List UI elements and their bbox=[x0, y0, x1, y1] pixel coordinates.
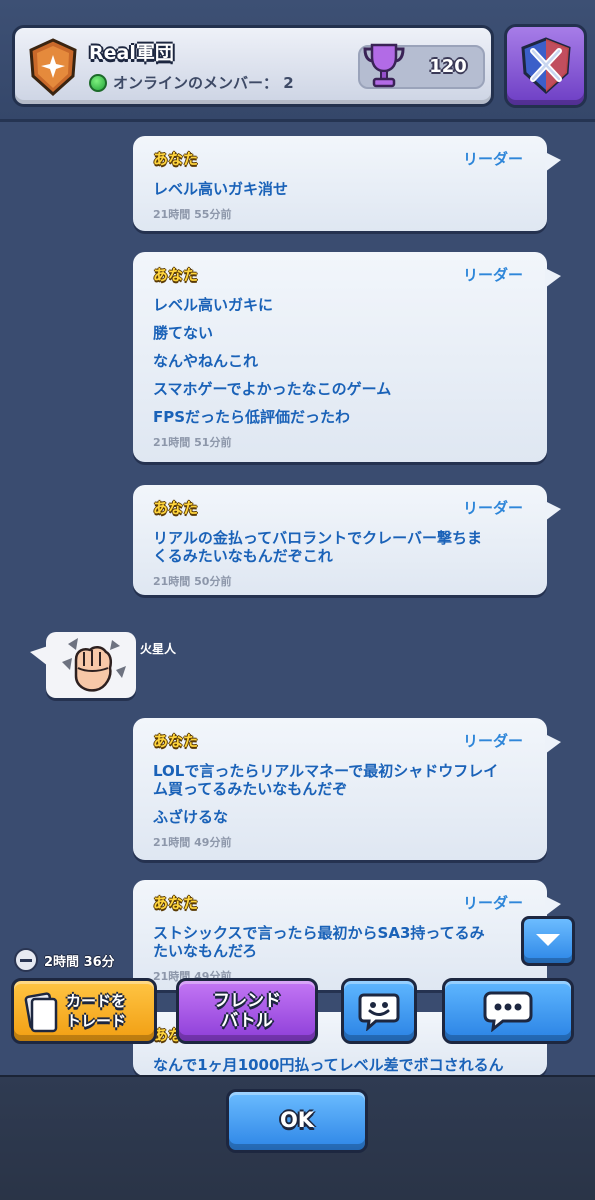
sender-name: あなた bbox=[153, 499, 199, 517]
chat-message[interactable]: あなた リーダー レベル高いガキ消せ 21時間 55分前 bbox=[133, 136, 561, 231]
trade-cards-button[interactable]: カードを トレード bbox=[11, 978, 157, 1044]
chat-bubble-icon bbox=[483, 991, 533, 1032]
ok-label: OK bbox=[279, 1108, 315, 1132]
message-text: ふざけるな bbox=[153, 808, 229, 826]
sender-role: リーダー bbox=[462, 894, 523, 912]
timer-text: 2時間 36分 bbox=[44, 954, 115, 970]
chat-message[interactable]: あなた リーダー リアルの金払ってバロラントでクレーバー撃ちま くるみたいなもん… bbox=[133, 485, 561, 595]
chat-message[interactable]: あなた リーダー LOLで言ったらリアルマネーで最初シャドウフレイ ム買ってるみ… bbox=[133, 718, 561, 860]
emote-button[interactable] bbox=[341, 978, 417, 1044]
sender-name: あなた bbox=[153, 266, 199, 284]
message-text: くるみたいなもんだぞこれ bbox=[153, 547, 333, 565]
sender-role: リーダー bbox=[462, 150, 523, 168]
trade-label-line2: トレード bbox=[65, 1012, 126, 1030]
emote-face-icon bbox=[358, 993, 400, 1031]
clan-trophies: 120 bbox=[358, 43, 485, 89]
clan-wars-button[interactable] bbox=[504, 24, 587, 108]
chat-message[interactable]: あなた リーダー ストシックスで言ったら最初からSA3持ってるみ たいなもんだろ… bbox=[133, 880, 561, 990]
ok-button[interactable]: OK bbox=[226, 1089, 368, 1153]
message-text: なんで1ヶ月1000円払ってレベル差でボコされるん bbox=[153, 1056, 504, 1074]
trade-label-line1: カードを bbox=[65, 992, 126, 1010]
message-text: リアルの金払ってバロラントでクレーバー撃ちま bbox=[153, 529, 482, 547]
friend-label-line2: バトル bbox=[221, 1011, 273, 1031]
clan-badge-icon bbox=[29, 38, 77, 96]
online-dot-icon bbox=[89, 73, 107, 92]
message-text: レベル高いガキに bbox=[153, 296, 274, 314]
message-text: たいなもんだろ bbox=[153, 942, 258, 960]
online-members-label: オンラインのメンバー： 2 bbox=[113, 74, 294, 92]
sender-role: リーダー bbox=[462, 499, 523, 517]
fist-emote-icon bbox=[62, 638, 126, 692]
message-text: FPSだったら低評価だったわ bbox=[153, 408, 351, 426]
message-text: スマホゲーでよかったなこのゲーム bbox=[153, 380, 392, 398]
message-text: 勝てない bbox=[153, 324, 214, 342]
scroll-down-button[interactable] bbox=[521, 916, 575, 966]
friend-label-line1: フレンド bbox=[213, 991, 281, 1011]
clan-name: Real軍団 bbox=[89, 42, 174, 64]
message-text: レベル高いガキ消せ bbox=[153, 180, 289, 198]
chat-button[interactable] bbox=[442, 978, 574, 1044]
chat-message[interactable]: あなた リーダー レベル高いガキに 勝てない なんやねんこれ スマホゲーでよかっ… bbox=[133, 252, 561, 462]
clan-info-panel[interactable]: Real軍団 オンラインのメンバー： 2 120 bbox=[12, 25, 494, 107]
sender-role: リーダー bbox=[462, 266, 523, 284]
message-text: なんやねんこれ bbox=[153, 352, 259, 370]
message-time: 21時間 49分前 bbox=[153, 836, 232, 849]
message-text: ストシックスで言ったら最初からSA3持ってるみ bbox=[153, 924, 485, 942]
trade-timer: 2時間 36分 bbox=[14, 948, 115, 972]
message-time: 21時間 50分前 bbox=[153, 575, 232, 588]
online-members: オンラインのメンバー： 2 bbox=[89, 72, 294, 93]
sender-name: あなた bbox=[153, 894, 199, 912]
message-time: 21時間 55分前 bbox=[153, 208, 232, 221]
message-time: 21時間 51分前 bbox=[153, 436, 232, 449]
timer-icon bbox=[14, 948, 38, 972]
trophy-count: 120 bbox=[429, 56, 467, 77]
sender-name: あなた bbox=[153, 732, 199, 750]
message-text: LOLで言ったらリアルマネーで最初シャドウフレイ bbox=[153, 762, 499, 780]
friend-battle-button[interactable]: フレンド バトル bbox=[176, 978, 318, 1044]
emote-message[interactable] bbox=[30, 632, 136, 698]
message-text: ム買ってるみたいなもんだぞ bbox=[153, 780, 348, 798]
emote-sender-name: 火星人 bbox=[140, 642, 177, 656]
clan-wars-icon bbox=[521, 37, 571, 95]
trophy-icon bbox=[363, 43, 405, 88]
sender-name: あなた bbox=[153, 150, 199, 168]
sender-role: リーダー bbox=[462, 732, 523, 750]
